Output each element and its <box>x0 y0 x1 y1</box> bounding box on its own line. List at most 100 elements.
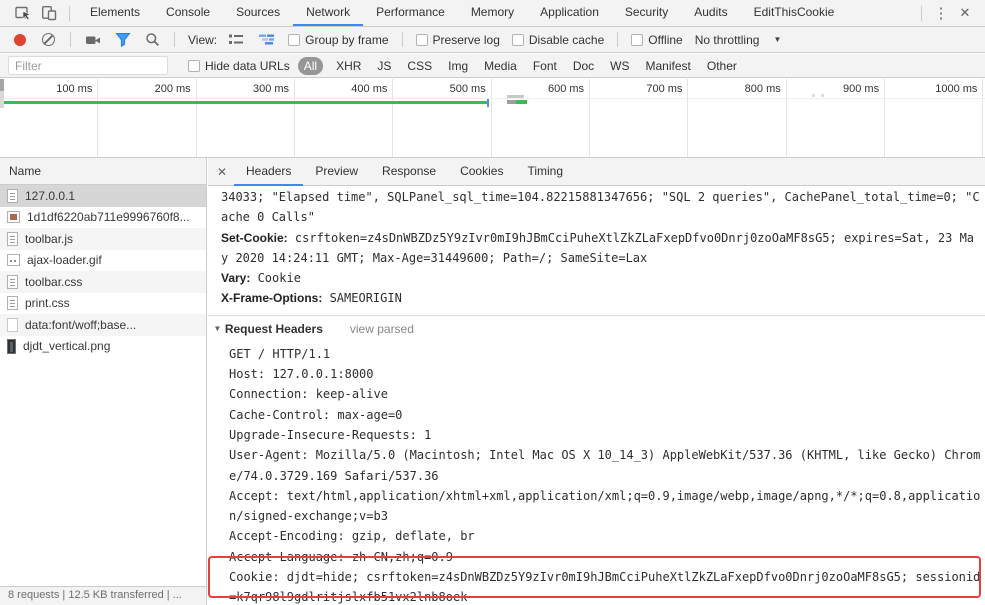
request-row[interactable]: data:font/woff;base... <box>0 314 206 336</box>
triangle-down-icon[interactable]: ▼ <box>215 324 220 333</box>
request-header-line: Accept-Language: zh-CN,zh;q=0.9 <box>229 549 453 564</box>
filter-input[interactable] <box>8 56 168 75</box>
request-type-filter[interactable]: WS <box>604 57 635 75</box>
checkbox[interactable] <box>631 33 644 46</box>
hide-data-urls-checkbox[interactable]: Hide data URLs <box>188 59 290 73</box>
overview-load-bar <box>0 101 489 104</box>
request-name: 1d1df6220ab711e9996760f8... <box>27 210 190 225</box>
header-name: X-Frame-Options: <box>221 291 323 306</box>
panel-tab[interactable]: Sources <box>223 0 293 26</box>
checkbox[interactable] <box>511 33 524 46</box>
panel-tab[interactable]: Application <box>527 0 612 26</box>
request-row[interactable]: toolbar.js <box>0 228 206 250</box>
request-type-filter[interactable]: Media <box>478 57 523 75</box>
request-type-filter[interactable]: Img <box>442 57 474 75</box>
view-parsed-link[interactable]: view parsed <box>350 322 414 336</box>
details-tab[interactable]: Timing <box>515 158 575 186</box>
search-icon[interactable] <box>145 32 160 47</box>
file-type-icon <box>7 188 18 203</box>
file-type-icon <box>7 274 18 289</box>
overview-waterfall-icon[interactable] <box>258 33 275 46</box>
request-type-filter[interactable]: Other <box>701 57 743 75</box>
file-type-icon <box>7 338 16 354</box>
group-by-frame-checkbox[interactable]: Group by frame <box>288 33 389 47</box>
timeline-tick-label: 800 ms <box>688 79 787 157</box>
close-devtools-icon[interactable]: ✕ <box>953 5 977 21</box>
request-type-filter[interactable]: All <box>297 56 324 75</box>
disable-cache-checkbox[interactable]: Disable cache <box>511 32 605 47</box>
filter-icon[interactable] <box>115 32 131 47</box>
throttling-select[interactable]: No throttling ▼ <box>695 33 782 47</box>
overview-request-dot <box>812 94 815 97</box>
section-title: Request Headers <box>224 321 323 336</box>
details-tab[interactable]: Cookies <box>448 158 515 186</box>
request-headers-block: GET / HTTP/1.1 Host: 127.0.0.1:8000 Conn… <box>208 342 984 604</box>
timeline-tick-label: 900 ms <box>787 79 886 157</box>
overview-edge-handle <box>0 91 4 108</box>
details-tab[interactable]: Preview <box>303 158 370 186</box>
request-row[interactable]: 127.0.0.1 <box>0 185 206 207</box>
name-column-header[interactable]: Name <box>0 158 206 185</box>
request-header-line: Host: 127.0.0.1:8000 <box>229 367 374 382</box>
checkbox[interactable] <box>188 59 200 72</box>
divider <box>69 5 70 21</box>
panel-tab[interactable]: EditThisCookie <box>741 0 848 26</box>
timeline-tick-label: 600 ms <box>492 79 591 157</box>
request-header-line: Cookie: djdt=hide; csrftoken=z4sDnWBZDz5… <box>229 570 981 604</box>
response-header-line: X-Frame-Options: SAMEORIGIN <box>221 288 981 308</box>
response-header-line: 34033; "Elapsed time", SQLPanel_sql_time… <box>221 187 981 228</box>
panel-tab[interactable]: Memory <box>458 0 527 26</box>
panel-tab[interactable]: Elements <box>77 0 153 26</box>
request-row[interactable]: ajax-loader.gif <box>0 250 206 272</box>
more-options-icon[interactable]: ⋮ <box>929 4 953 22</box>
capture-screenshots-icon[interactable] <box>85 33 101 47</box>
inspect-element-icon[interactable] <box>10 0 36 26</box>
header-value: csrftoken=z4sDnWBZDz5Y9zIvr0mI9hJBmCciPu… <box>221 230 975 265</box>
panel-tab[interactable]: Console <box>153 0 223 26</box>
clear-icon[interactable] <box>42 33 55 46</box>
overview-request-bar <box>507 100 527 104</box>
small-request-rows-icon[interactable] <box>228 33 244 46</box>
request-details-panel: ✕ Headers Preview Response Cookies Timin… <box>208 158 985 605</box>
details-tabs: ✕ Headers Preview Response Cookies Timin… <box>208 158 985 186</box>
request-type-filter[interactable]: Manifest <box>640 57 697 75</box>
panel-tab[interactable]: Audits <box>681 0 740 26</box>
view-label: View: <box>188 32 218 47</box>
request-row[interactable]: toolbar.css <box>0 271 206 293</box>
timeline-tick-label: 700 ms <box>590 79 689 157</box>
disable-cache-label: Disable cache <box>528 32 605 47</box>
request-row[interactable]: print.css <box>0 293 206 315</box>
headers-content: 34033; "Elapsed time", SQLPanel_sql_time… <box>208 186 985 604</box>
request-type-filter[interactable]: JS <box>371 57 397 75</box>
file-type-icon <box>7 231 18 246</box>
divider <box>174 32 175 47</box>
panel-tab[interactable]: Performance <box>363 0 458 26</box>
request-type-filter[interactable]: CSS <box>401 57 438 75</box>
overview-edge-handle[interactable] <box>0 79 4 91</box>
request-type-filter[interactable]: XHR <box>330 57 367 75</box>
header-value: 34033; "Elapsed time", SQLPanel_sql_time… <box>221 190 980 225</box>
request-name: toolbar.css <box>25 274 83 289</box>
record-network-log-icon[interactable] <box>14 33 26 46</box>
network-overview[interactable]: 100 ms 200 ms 300 ms 400 ms 500 ms 600 m… <box>0 79 985 158</box>
preserve-log-label: Preserve log <box>432 32 500 47</box>
device-toolbar-icon[interactable] <box>36 0 62 26</box>
request-name: print.css <box>25 296 70 311</box>
request-type-filter[interactable]: Font <box>527 57 563 75</box>
file-type-icon <box>7 254 20 267</box>
divider <box>70 32 71 47</box>
request-header-line: Upgrade-Insecure-Requests: 1 <box>229 427 432 442</box>
close-details-icon[interactable]: ✕ <box>210 165 234 179</box>
panel-tab[interactable]: Security <box>612 0 681 26</box>
preserve-log-checkbox[interactable]: Preserve log <box>415 32 500 47</box>
details-tab[interactable]: Response <box>370 158 448 186</box>
details-tab[interactable]: Headers <box>234 158 304 186</box>
request-row[interactable]: djdt_vertical.png <box>0 336 206 358</box>
request-row[interactable]: 1d1df6220ab711e9996760f8... <box>0 207 206 229</box>
checkbox[interactable] <box>415 33 428 46</box>
offline-checkbox[interactable]: Offline <box>631 33 683 47</box>
checkbox[interactable] <box>288 33 301 46</box>
panel-tab[interactable]: Network <box>293 0 364 26</box>
request-type-filter[interactable]: Doc <box>567 57 600 75</box>
response-headers-block: 34033; "Elapsed time", SQLPanel_sql_time… <box>208 186 981 309</box>
